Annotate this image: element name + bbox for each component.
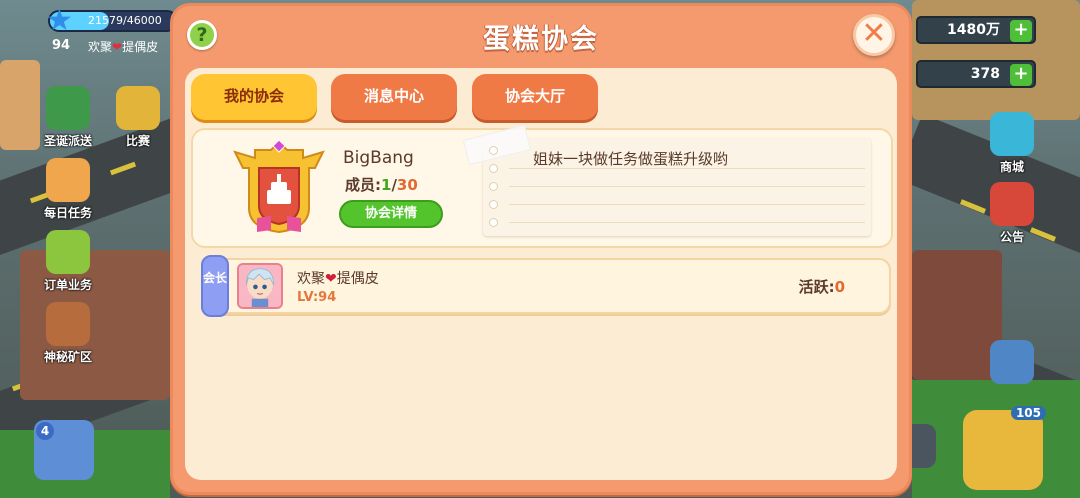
notepad-line bbox=[509, 186, 865, 187]
close-button[interactable]: ✕ bbox=[853, 14, 895, 56]
member-list-item[interactable]: 会长 欢聚❤提偶皮 LV:94 活跃:0 bbox=[201, 255, 891, 317]
contest-button[interactable]: 比赛 bbox=[98, 86, 178, 149]
announcement-label: 公告 bbox=[999, 230, 1024, 244]
member-name-suffix: 提偶皮 bbox=[336, 271, 379, 287]
notepad-line bbox=[509, 222, 865, 223]
player-name-prefix: 欢聚 bbox=[88, 40, 113, 54]
contest-label: 比赛 bbox=[125, 134, 150, 148]
tape-decoration bbox=[462, 124, 532, 166]
order-icon bbox=[46, 230, 90, 274]
mine-icon bbox=[46, 302, 90, 346]
member-activity: 活跃:0 bbox=[799, 276, 845, 297]
guild-name: BigBang bbox=[343, 148, 414, 168]
guild-badge-icon bbox=[233, 139, 325, 234]
notepad-hole bbox=[489, 200, 498, 209]
member-count-max: 30 bbox=[396, 176, 418, 194]
notepad-hole bbox=[489, 146, 498, 155]
level-star-icon: ★ bbox=[46, 3, 73, 38]
calendar-icon bbox=[46, 158, 90, 202]
member-avatar[interactable] bbox=[237, 263, 283, 309]
inbox-badge: 4 bbox=[36, 422, 54, 440]
member-level: LV:94 bbox=[297, 290, 337, 305]
member-count-current: 1 bbox=[381, 176, 392, 194]
bakery-shop-button[interactable]: 105 bbox=[960, 406, 1046, 490]
mystery-mine-label: 神秘矿区 bbox=[43, 350, 92, 364]
daily-tasks-label: 每日任务 bbox=[43, 206, 92, 220]
add-gems-button[interactable]: + bbox=[1010, 64, 1032, 86]
guild-info-panel: BigBang 成员:1/30 协会详情 姐妹一块做任务做蛋糕升级哟 bbox=[191, 124, 893, 248]
christmas-tree-icon bbox=[46, 86, 90, 130]
cake-shop-icon bbox=[963, 410, 1043, 490]
exp-text: 21579/46000 bbox=[88, 14, 162, 27]
shop-button[interactable]: 商城 bbox=[972, 112, 1052, 175]
christmas-delivery-label: 圣诞派送 bbox=[43, 134, 92, 148]
modal-content: 我的协会 消息中心 协会大厅 BigBang 成员:1/30 协会详情 姐妹一块… bbox=[185, 68, 897, 480]
heart-icon: ❤ bbox=[325, 271, 337, 287]
activity-label: 活跃: bbox=[798, 278, 835, 296]
guild-modal: 蛋糕协会 ? ✕ 我的协会 消息中心 协会大厅 BigBang 成员:1/30 … bbox=[170, 3, 912, 495]
cart-icon bbox=[990, 112, 1034, 156]
member-name: 欢聚❤提偶皮 bbox=[297, 268, 379, 288]
announcement-button[interactable]: 公告 bbox=[972, 182, 1052, 245]
player-name[interactable]: 欢聚❤提偶皮 bbox=[88, 38, 158, 55]
member-count: 成员:1/30 bbox=[345, 174, 418, 195]
chat-bubble-icon bbox=[990, 340, 1034, 384]
mystery-mine-button[interactable]: 神秘矿区 bbox=[28, 302, 108, 365]
guild-notice-text: 姐妹一块做任务做蛋糕升级哟 bbox=[533, 150, 729, 168]
coins-counter: 1480万 + bbox=[916, 16, 1036, 44]
coins-value: 1480万 bbox=[947, 22, 1000, 38]
notepad-hole bbox=[489, 164, 498, 173]
notepad-hole bbox=[489, 218, 498, 227]
daily-tasks-button[interactable]: 每日任务 bbox=[28, 158, 108, 221]
member-count-label: 成员: bbox=[345, 176, 381, 194]
player-level: 94 bbox=[52, 38, 71, 53]
role-tag: 会长 bbox=[201, 255, 229, 317]
heart-icon: ❤ bbox=[112, 40, 123, 54]
notepad-line bbox=[509, 204, 865, 205]
guild-notice-board: 姐妹一块做任务做蛋糕升级哟 bbox=[462, 124, 871, 236]
player-name-suffix: 提偶皮 bbox=[122, 40, 159, 54]
trophy-icon bbox=[116, 86, 160, 130]
bakery-count-badge: 105 bbox=[1010, 406, 1046, 420]
guild-details-button[interactable]: 协会详情 bbox=[339, 200, 443, 228]
add-coins-button[interactable]: + bbox=[1010, 20, 1032, 42]
gems-value: 378 bbox=[970, 66, 1000, 82]
orders-label: 订单业务 bbox=[43, 278, 92, 292]
chat-button[interactable] bbox=[972, 340, 1052, 384]
notepad-hole bbox=[489, 182, 498, 191]
modal-title: 蛋糕协会 bbox=[483, 24, 599, 55]
member-name-prefix: 欢聚 bbox=[297, 271, 325, 287]
tab-guild-hall[interactable]: 协会大厅 bbox=[472, 74, 598, 120]
gems-counter: 378 + bbox=[916, 60, 1036, 88]
christmas-delivery-button[interactable]: 圣诞派送 bbox=[28, 86, 108, 149]
orders-button[interactable]: 订单业务 bbox=[28, 230, 108, 293]
tab-my-guild[interactable]: 我的协会 bbox=[191, 74, 317, 120]
help-button[interactable]: ? bbox=[187, 20, 217, 50]
inbox-button[interactable]: 4 bbox=[24, 420, 104, 480]
activity-value: 0 bbox=[834, 278, 845, 296]
shop-label: 商城 bbox=[999, 160, 1024, 174]
announcement-board-icon bbox=[990, 182, 1034, 226]
tab-message-center[interactable]: 消息中心 bbox=[331, 74, 457, 120]
